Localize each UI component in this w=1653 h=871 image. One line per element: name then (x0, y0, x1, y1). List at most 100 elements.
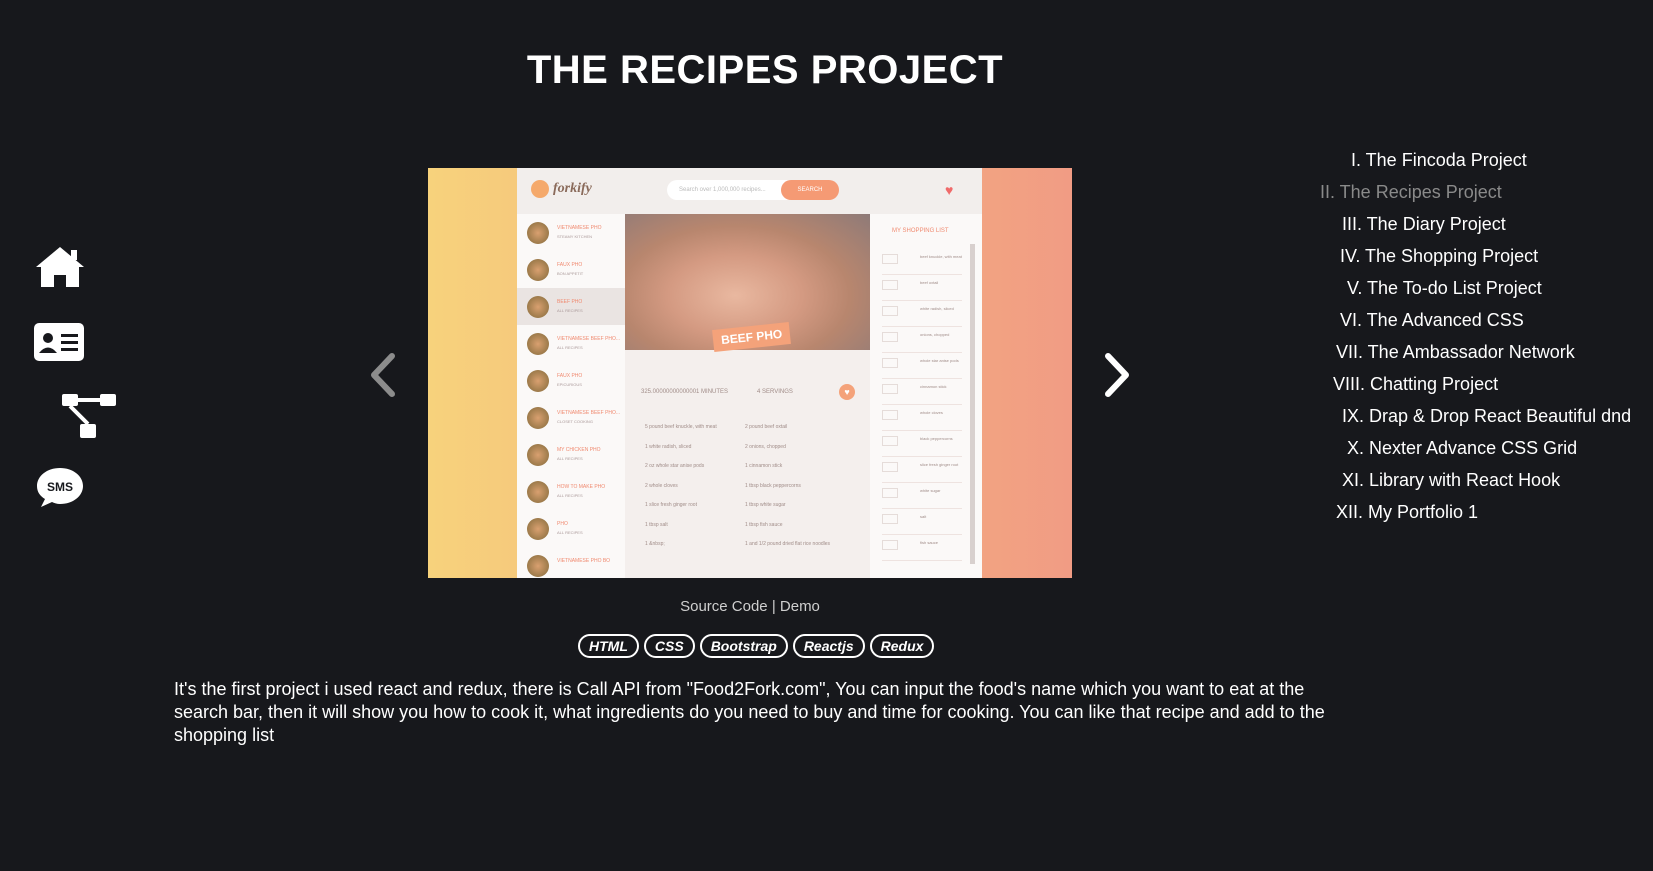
heart-icon: ♥ (945, 182, 954, 198)
tech-tags: HTML CSS Bootstrap Reactjs Redux (578, 634, 939, 658)
cook-time: 325.00000000000001 MINUTES (641, 389, 729, 395)
tag-html: HTML (578, 634, 639, 658)
result-item: VIETNAMESE BEEF PHO... ALL RECIPES (517, 325, 625, 362)
carousel-next-button[interactable] (1096, 350, 1136, 400)
project-link[interactable]: IX. Drap & Drop React Beautiful dnd (1342, 406, 1631, 427)
ingredient-item: 2 onions, chopped (745, 443, 786, 450)
shopping-list-title: MY SHOPPING LIST (892, 228, 949, 234)
recipe-panel: BEEF PHO 325.00000000000001 MINUTES 4 SE… (625, 214, 870, 578)
project-link[interactable]: V. The To-do List Project (1347, 278, 1542, 299)
result-publisher: EPICURIOUS (557, 382, 582, 387)
result-thumbnail (527, 259, 549, 281)
result-item: VIETNAMESE PHO BO (517, 547, 625, 578)
shopping-item-name: black peppercorns (920, 436, 953, 441)
ingredient-item: 1 cinnamon stick (745, 463, 783, 469)
project-screenshot: forkify Search over 1,000,000 recipes...… (428, 168, 1072, 578)
project-link[interactable]: I. The Fincoda Project (1351, 150, 1527, 171)
result-item: FAUX PHO EPICURIOUS (517, 362, 625, 399)
result-item: HOW TO MAKE PHO ALL RECIPES (517, 473, 625, 510)
result-thumbnail (527, 407, 549, 429)
shopping-item-name: slice fresh ginger root (920, 462, 959, 467)
app-logo: forkify (531, 180, 592, 198)
shopping-item: whole star anise pods (882, 354, 962, 379)
shopping-qty-field (882, 280, 898, 290)
result-thumbnail (527, 222, 549, 244)
shopping-item: onions, chopped (882, 328, 962, 353)
shopping-item-name: cinnamon stick (920, 384, 947, 389)
shopping-qty-field (882, 306, 898, 316)
shopping-item-name: fish sauce (920, 540, 939, 545)
ingredient-item: 5 pound beef knuckle, with meat (645, 424, 717, 430)
result-title: FAUX PHO (557, 262, 583, 268)
tag-redux: Redux (869, 634, 935, 658)
id-card-icon[interactable] (33, 322, 85, 362)
ingredient-item: 1 tbsp white sugar (745, 502, 786, 508)
project-link[interactable]: XII. My Portfolio 1 (1336, 502, 1478, 523)
result-publisher: BON APPETIT (557, 271, 584, 276)
project-link[interactable]: III. The Diary Project (1342, 214, 1506, 235)
shopping-item: salt (882, 510, 962, 535)
result-title: VIETNAMESE BEEF PHO... (557, 336, 621, 342)
project-link[interactable]: VI. The Advanced CSS (1340, 310, 1524, 331)
result-publisher: ALL RECIPES (557, 530, 583, 535)
project-link[interactable]: VII. The Ambassador Network (1336, 342, 1575, 363)
result-thumbnail (527, 555, 549, 577)
project-links: Source Code | Demo (0, 598, 1500, 615)
shopping-qty-field (882, 410, 898, 420)
ingredient-item: 1 tbsp black peppercorns (745, 482, 801, 489)
shopping-qty-field (882, 514, 898, 524)
shopping-item-name: whole cloves (920, 410, 943, 415)
result-title: BEEF PHO (557, 299, 583, 305)
result-item: VIETNAMESE BEEF PHO... CLOSET COOKING (517, 399, 625, 436)
result-thumbnail (527, 444, 549, 466)
tag-css: CSS (643, 634, 695, 658)
shopping-qty-field (882, 540, 898, 550)
result-item: VIETNAMESE PHO STEAMY KITCHEN (517, 214, 625, 251)
project-link[interactable]: IV. The Shopping Project (1340, 246, 1538, 267)
carousel-prev-button[interactable] (364, 350, 404, 400)
shopping-item: whole cloves (882, 406, 962, 431)
sms-icon[interactable]: SMS (35, 466, 85, 508)
ingredient-item: 2 whole cloves (645, 482, 678, 489)
forkify-app-preview: forkify Search over 1,000,000 recipes...… (517, 168, 982, 578)
source-code-link[interactable]: Source Code (680, 598, 768, 615)
shopping-list: MY SHOPPING LIST beef knuckle, with meat… (870, 214, 982, 578)
app-search-input: Search over 1,000,000 recipes... (667, 180, 797, 200)
result-title: VIETNAMESE BEEF PHO... (557, 410, 621, 416)
page: THE RECIPES PROJECT SMS forkify Search o… (0, 0, 1653, 871)
project-link[interactable]: X. Nexter Advance CSS Grid (1347, 438, 1577, 459)
demo-link[interactable]: Demo (780, 598, 820, 615)
link-separator: | (767, 598, 780, 615)
sitemap-icon[interactable] (60, 392, 118, 440)
shopping-item-name: salt (920, 514, 927, 519)
result-thumbnail (527, 481, 549, 503)
page-title: THE RECIPES PROJECT (526, 48, 1004, 92)
project-link[interactable]: VIII. Chatting Project (1333, 374, 1498, 395)
result-publisher: STEAMY KITCHEN (557, 234, 593, 239)
chevron-right-icon (1105, 353, 1129, 397)
result-title: VIETNAMESE PHO BO (557, 558, 611, 564)
ingredient-item: 1 and 1/2 pound dried flat rice noodles (745, 541, 831, 547)
app-search-button: SEARCH (781, 180, 839, 200)
app-header: forkify Search over 1,000,000 recipes...… (517, 168, 982, 214)
result-publisher: ALL RECIPES (557, 345, 583, 350)
shopping-item: cinnamon stick (882, 380, 962, 405)
tag-bootstrap: Bootstrap (699, 634, 788, 658)
project-link[interactable]: XI. Library with React Hook (1342, 470, 1560, 491)
recipe-meta: 325.00000000000001 MINUTES 4 SERVINGS ♥ (625, 374, 870, 414)
shopping-qty-field (882, 332, 898, 342)
result-item: FAUX PHO BON APPETIT (517, 251, 625, 288)
results-list: VIETNAMESE PHO STEAMY KITCHEN FAUX PHO BON … (517, 214, 625, 578)
shopping-item-name: white sugar (920, 488, 941, 493)
result-title: FAUX PHO (557, 373, 583, 379)
ingredient-item: 1 tbsp salt (645, 521, 668, 528)
result-title: MY CHICKEN PHO (557, 447, 601, 453)
result-item: PHO ALL RECIPES (517, 510, 625, 547)
shopping-item: fish sauce (882, 536, 962, 561)
project-link[interactable]: II. The Recipes Project (1320, 182, 1502, 203)
ingredient-item: 1 &nbsp; (645, 541, 665, 547)
result-item: MY CHICKEN PHO ALL RECIPES (517, 436, 625, 473)
home-icon[interactable] (34, 245, 86, 289)
shopping-qty-field (882, 436, 898, 446)
shopping-item: beef oxtail (882, 276, 962, 301)
